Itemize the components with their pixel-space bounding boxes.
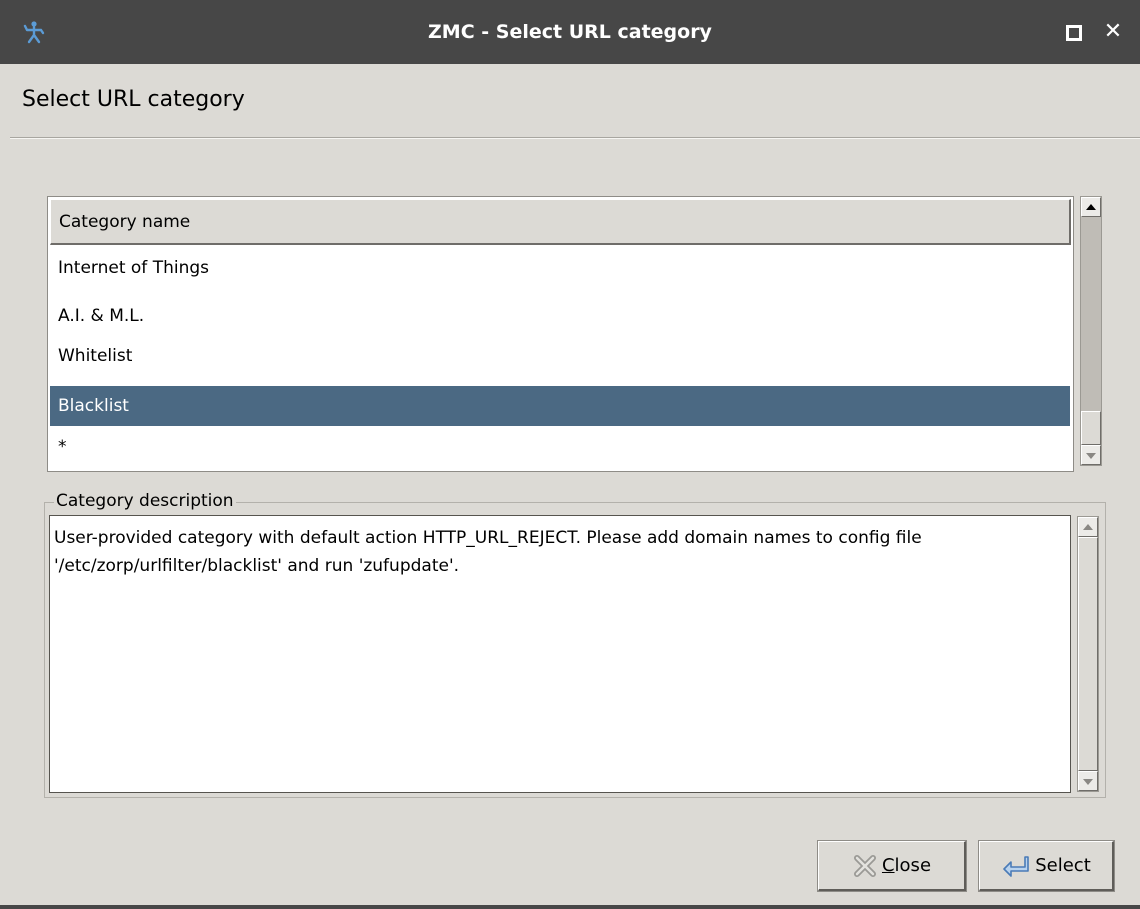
select-button-label: Select <box>1035 855 1091 876</box>
arrow-down-icon <box>1086 453 1096 459</box>
arrow-up-icon <box>1086 204 1096 210</box>
maximize-icon[interactable] <box>1066 25 1082 41</box>
title-bar: ZMC - Select URL category ✕ <box>0 0 1140 64</box>
select-arrow-icon <box>1003 855 1030 877</box>
close-button-label: Close <box>881 855 932 876</box>
scroll-up-button[interactable] <box>1081 197 1101 217</box>
close-x-icon <box>853 854 876 877</box>
scroll-down-button[interactable] <box>1078 771 1098 791</box>
list-item[interactable]: A.I. & M.L. <box>50 296 1070 336</box>
list-item[interactable]: * <box>50 427 1070 467</box>
list-item-selected[interactable]: Blacklist <box>50 386 1070 426</box>
category-list-scrollbar[interactable] <box>1080 196 1102 466</box>
scroll-thumb[interactable] <box>1078 537 1098 771</box>
scroll-up-button[interactable] <box>1078 517 1098 537</box>
arrow-down-icon <box>1083 779 1093 785</box>
select-button[interactable]: Select <box>978 840 1115 892</box>
scroll-down-button[interactable] <box>1081 445 1101 465</box>
scroll-thumb[interactable] <box>1081 411 1101 445</box>
window-bottom-border <box>0 905 1140 909</box>
arrow-up-icon <box>1083 524 1093 530</box>
close-button[interactable]: Close <box>817 840 967 892</box>
page-title: Select URL category <box>22 87 245 112</box>
description-scrollbar[interactable] <box>1077 516 1099 792</box>
group-label: Category description <box>54 489 236 513</box>
category-list[interactable]: Category name Internet of Things A.I. & … <box>47 196 1074 472</box>
column-header-category-name[interactable]: Category name <box>50 199 1071 245</box>
list-item[interactable]: Internet of Things <box>50 248 1070 288</box>
close-icon[interactable]: ✕ <box>1100 14 1126 50</box>
header-divider <box>10 137 1140 139</box>
description-text-area[interactable]: User-provided category with default acti… <box>49 515 1071 793</box>
window-title: ZMC - Select URL category <box>428 21 712 43</box>
list-item[interactable]: Whitelist <box>50 336 1070 376</box>
